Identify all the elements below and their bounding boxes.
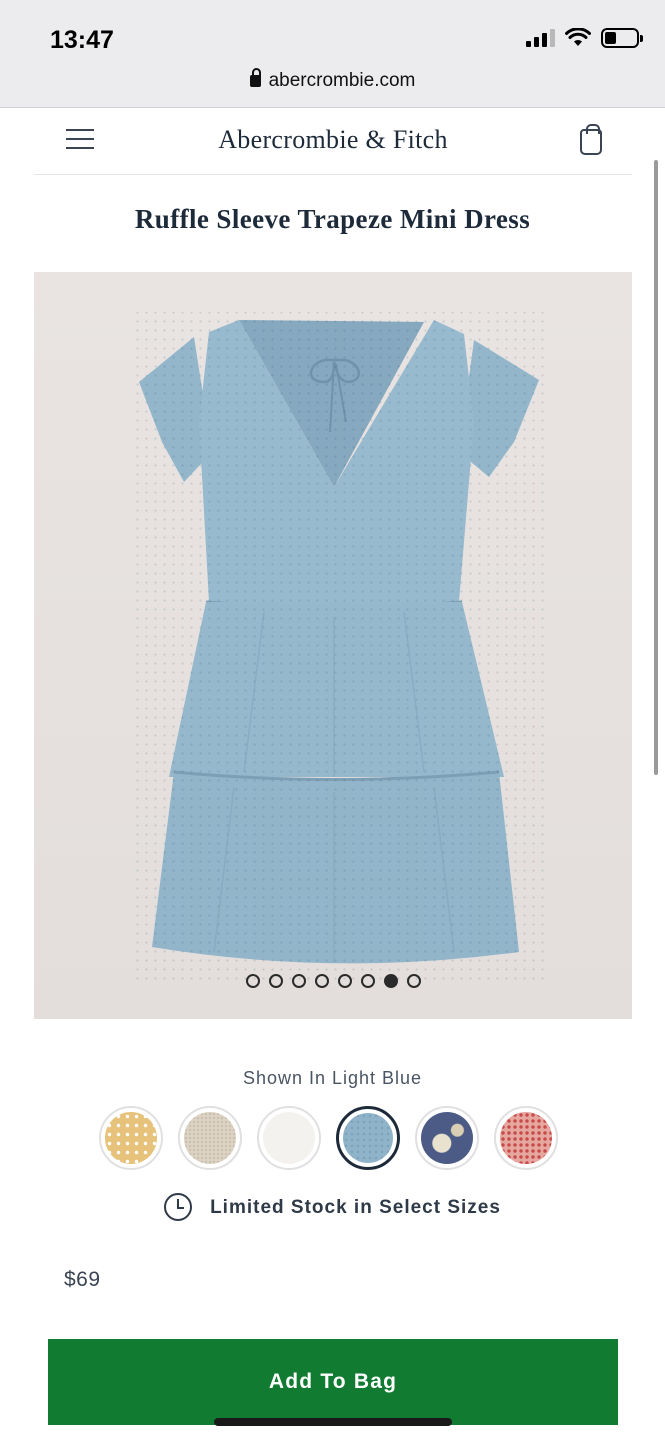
brand-logo[interactable]: Abercrombie & Fitch xyxy=(34,125,632,155)
status-icons xyxy=(526,28,643,48)
color-swatches xyxy=(99,1106,558,1170)
swatch-color xyxy=(105,1112,157,1164)
product-title: Ruffle Sleeve Trapeze Mini Dress xyxy=(134,204,531,234)
shopping-bag-icon[interactable] xyxy=(580,124,602,155)
carousel-dot[interactable] xyxy=(360,974,375,988)
clock-icon xyxy=(164,1193,193,1221)
swatch-navy-floral[interactable] xyxy=(415,1106,479,1170)
carousel-dot[interactable] xyxy=(268,974,283,988)
dress-image xyxy=(34,272,632,1019)
product-price: $69 xyxy=(64,1268,101,1291)
status-bar: 13:47 abercrombie.com xyxy=(0,0,665,108)
add-to-bag-button[interactable]: Add To Bag xyxy=(48,1339,618,1425)
swatch-color xyxy=(184,1112,236,1164)
carousel-dot[interactable] xyxy=(337,974,352,988)
carousel-dot[interactable] xyxy=(314,974,329,988)
carousel-dot[interactable] xyxy=(291,974,306,988)
lock-icon xyxy=(249,68,261,87)
product-image[interactable] xyxy=(34,272,632,1019)
cellular-signal-icon xyxy=(526,29,555,47)
site-header: Abercrombie & Fitch xyxy=(34,109,632,175)
page-scrollbar[interactable] xyxy=(654,160,658,775)
swatch-white[interactable] xyxy=(257,1106,321,1170)
swatch-pink-floral[interactable] xyxy=(494,1106,558,1170)
carousel-dot[interactable] xyxy=(245,974,260,988)
address-bar[interactable]: abercrombie.com xyxy=(0,68,665,92)
carousel-dot[interactable] xyxy=(383,974,398,988)
color-label: Shown In Light Blue xyxy=(242,1068,423,1088)
battery-icon xyxy=(601,28,643,48)
swatch-color xyxy=(500,1112,552,1164)
url-text: abercrombie.com xyxy=(268,70,416,91)
carousel-dot[interactable] xyxy=(406,974,421,988)
wifi-icon xyxy=(565,28,591,46)
status-time: 13:47 xyxy=(50,26,114,54)
swatch-yellow-print[interactable] xyxy=(99,1106,163,1170)
swatch-color xyxy=(343,1113,393,1163)
home-indicator xyxy=(214,1418,452,1426)
swatch-color xyxy=(263,1112,315,1164)
image-carousel-dots xyxy=(34,974,632,988)
swatch-light-blue[interactable] xyxy=(336,1106,400,1170)
stock-message: Limited Stock in Select Sizes xyxy=(210,1197,501,1218)
swatch-color xyxy=(421,1112,473,1164)
stock-notice: Limited Stock in Select Sizes xyxy=(0,1193,665,1221)
swatch-oatmeal[interactable] xyxy=(178,1106,242,1170)
